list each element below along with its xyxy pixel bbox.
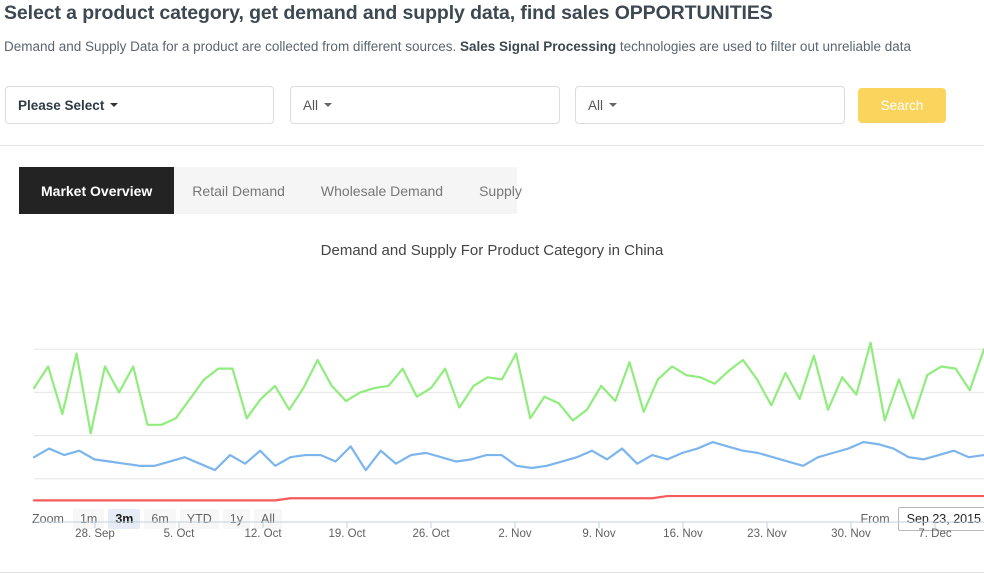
- page-subtitle-part2: technologies are used to filter out unre…: [616, 39, 912, 54]
- x-axis-label: 26. Oct: [412, 528, 450, 540]
- x-axis-label: 9. Nov: [582, 528, 616, 540]
- x-axis-label: 12. Oct: [244, 528, 282, 540]
- chevron-down-icon: [110, 103, 119, 107]
- tab-supply[interactable]: Supply: [461, 167, 540, 214]
- page-title-plain: Select a product category, get demand an…: [4, 2, 615, 24]
- chart-plot-area[interactable]: [0, 228, 984, 574]
- filter-select-3[interactable]: All: [575, 86, 845, 124]
- x-axis-label: 30. Nov: [831, 528, 871, 540]
- x-axis-label: 23. Nov: [747, 528, 787, 540]
- page-subtitle-bold: Sales Signal Processing: [460, 39, 617, 54]
- filter-select-2[interactable]: All: [290, 86, 560, 124]
- category-select[interactable]: Please Select: [5, 86, 274, 124]
- chart-container: Demand and Supply For Product Category i…: [0, 228, 984, 574]
- filter-select-2-value: All: [303, 97, 319, 113]
- x-axis-label: 2. Nov: [498, 528, 532, 540]
- x-axis-label: 28. Sep: [75, 528, 115, 540]
- header-divider: [0, 145, 984, 146]
- x-axis-label: 16. Nov: [663, 528, 703, 540]
- page-title-emphasis: OPPORTUNITIES: [614, 2, 773, 24]
- filter-select-3-value: All: [588, 97, 604, 113]
- search-button[interactable]: Search: [858, 88, 946, 123]
- tab-wholesale-demand[interactable]: Wholesale Demand: [303, 167, 461, 214]
- x-axis-label: 19. Oct: [328, 528, 366, 540]
- category-select-value: Please Select: [18, 97, 105, 113]
- tab-bar: Market Overview Retail Demand Wholesale …: [19, 167, 522, 214]
- chevron-down-icon: [324, 103, 333, 107]
- page-subtitle-part1: Demand and Supply Data for a product are…: [4, 39, 460, 54]
- x-axis-label: 5. Oct: [163, 528, 195, 540]
- chart-bottom-rule: [0, 572, 984, 573]
- tab-retail-demand[interactable]: Retail Demand: [174, 167, 303, 214]
- chevron-down-icon: [609, 103, 618, 107]
- page-title: Select a product category, get demand an…: [4, 0, 773, 26]
- tab-market-overview[interactable]: Market Overview: [19, 167, 175, 214]
- filter-bar: Please Select All All: [0, 86, 984, 130]
- page-subtitle: Demand and Supply Data for a product are…: [4, 38, 911, 56]
- x-axis-label: 7. Dec: [918, 528, 952, 540]
- app-page: Select a product category, get demand an…: [0, 0, 984, 574]
- x-axis-labels: 28. Sep 5. Oct 12. Oct 19. Oct 26. Oct 2. Nov…: [0, 528, 984, 548]
